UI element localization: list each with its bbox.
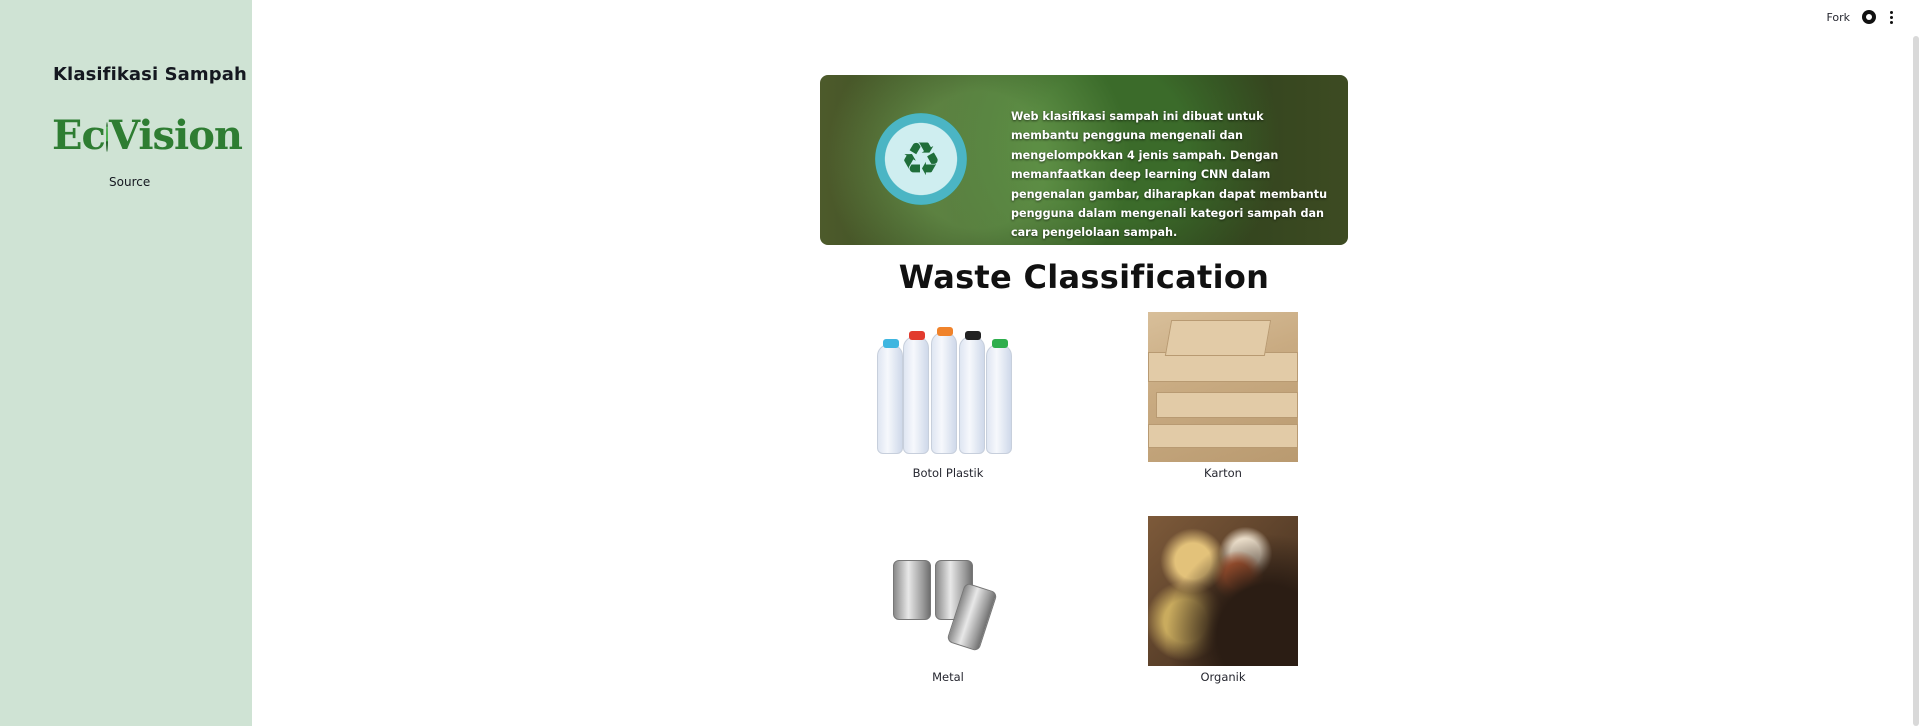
ecovision-logo: Ec Vision	[52, 110, 243, 160]
vertical-scrollbar[interactable]	[1913, 36, 1919, 726]
category-card-botol-plastik[interactable]: Botol Plastik	[873, 312, 1023, 480]
category-card-metal[interactable]: Metal	[873, 516, 1023, 684]
globe-icon	[105, 122, 108, 152]
cardboard-image	[1148, 312, 1298, 462]
logo-text-left: Ec	[52, 111, 106, 159]
main-content: Fork ♻ Web klasifikasi sampah ini dibuat…	[252, 0, 1919, 726]
top-toolbar: Fork	[1826, 10, 1895, 24]
recycle-icon: ♻	[875, 113, 967, 205]
logo-text-right: Vision	[108, 111, 243, 159]
source-link[interactable]: Source	[109, 175, 150, 189]
category-label: Organik	[1200, 670, 1246, 684]
category-card-karton[interactable]: Karton	[1148, 312, 1298, 480]
page-title: Waste Classification	[898, 258, 1270, 296]
category-label: Metal	[932, 670, 964, 684]
intro-banner: ♻ Web klasifikasi sampah ini dibuat untu…	[820, 75, 1348, 245]
fork-link[interactable]: Fork	[1826, 11, 1850, 24]
category-label: Karton	[1204, 466, 1242, 480]
organic-waste-image	[1148, 516, 1298, 666]
kebab-menu-icon[interactable]	[1888, 10, 1895, 24]
app-root: Klasifikasi Sampah Ec Vision Source Fork …	[0, 0, 1919, 726]
sidebar-title: Klasifikasi Sampah	[53, 64, 247, 85]
category-card-organik[interactable]: Organik	[1148, 516, 1298, 684]
github-icon[interactable]	[1862, 10, 1876, 24]
category-label: Botol Plastik	[912, 466, 984, 480]
banner-text: Web klasifikasi sampah ini dibuat untuk …	[1011, 110, 1328, 240]
metal-cans-image	[873, 516, 1023, 666]
sidebar: Klasifikasi Sampah Ec Vision Source	[0, 0, 252, 726]
plastic-bottles-image	[873, 312, 1023, 462]
